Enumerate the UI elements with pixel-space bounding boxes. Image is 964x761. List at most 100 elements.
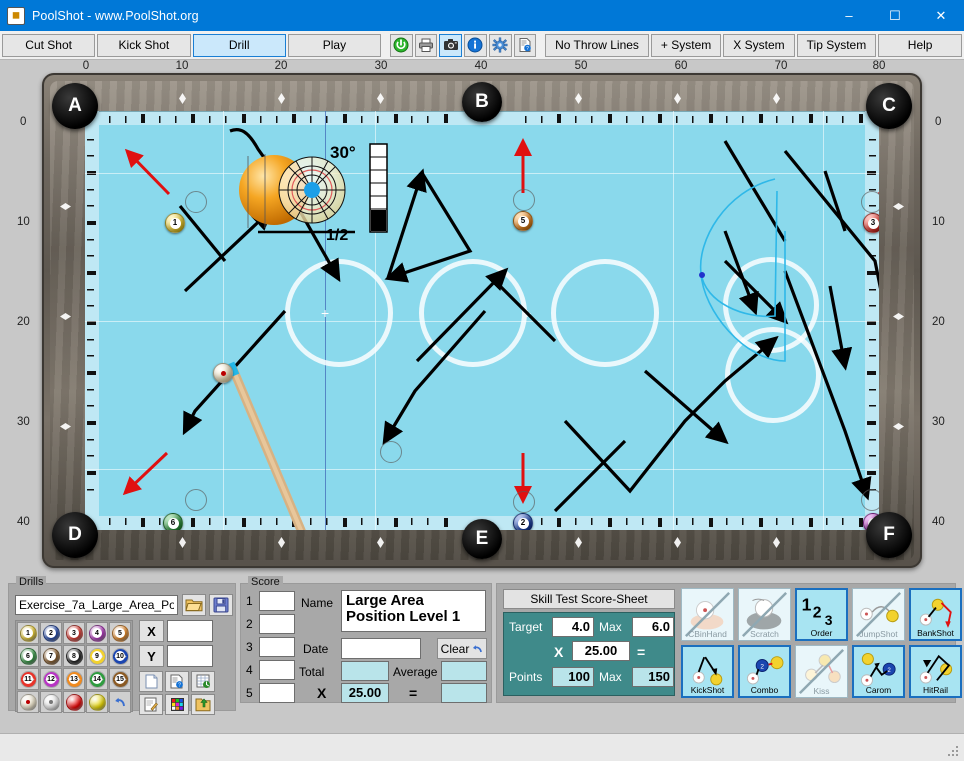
button-tip-system[interactable]: Tip System <box>796 33 877 57</box>
pocket-F[interactable]: F <box>866 512 912 558</box>
gear-icon[interactable] <box>488 33 512 57</box>
palette-ball-12[interactable]: 12 <box>40 668 62 690</box>
target-value[interactable]: 4.0 <box>552 617 594 637</box>
palette-ball-10[interactable]: 10 <box>109 645 131 667</box>
skill-button-kickshot[interactable]: KickShot <box>681 645 734 698</box>
score-input-3[interactable] <box>259 637 295 657</box>
palette-ball-15[interactable]: 15 <box>109 668 131 690</box>
palette-ball-13[interactable]: 13 <box>63 668 85 690</box>
export-folder-icon[interactable] <box>191 694 215 715</box>
info-icon[interactable] <box>464 33 487 57</box>
palette-ball-2[interactable]: 2 <box>40 622 62 644</box>
close-button[interactable]: ✕ <box>918 0 964 31</box>
svg-text:2: 2 <box>813 605 822 622</box>
palette-ball-9[interactable]: 9 <box>86 645 108 667</box>
ruler-top-tick: 70 <box>774 60 788 72</box>
skill-button-label: Order <box>810 628 833 638</box>
cue-ball[interactable] <box>213 363 233 383</box>
pocket-E[interactable]: E <box>462 519 502 559</box>
ruler-right: 0 10 20 30 40 <box>924 60 964 575</box>
skill-button-hitrail[interactable]: HitRail <box>909 645 962 698</box>
page-help-icon[interactable]: ? <box>165 671 189 692</box>
palette-ball-6[interactable]: 6 <box>17 645 39 667</box>
palette-cue-ball-red-dot[interactable] <box>17 691 39 713</box>
skill-test-header[interactable]: Skill Test Score-Sheet <box>503 589 675 609</box>
skill-button-jumpshot[interactable]: JumpShot <box>852 588 905 641</box>
drill-name-value[interactable]: Large Area Position Level 1 <box>341 590 486 632</box>
palette-ball-5[interactable]: 5 <box>109 622 131 644</box>
resize-grip[interactable] <box>946 744 960 758</box>
printer-icon[interactable] <box>414 33 438 57</box>
skill-button-bankshot[interactable]: BankShot <box>909 588 962 641</box>
new-page-icon[interactable] <box>139 671 163 692</box>
date-input[interactable] <box>341 638 421 659</box>
minimize-button[interactable]: – <box>826 0 872 31</box>
palette-ball-7[interactable]: 7 <box>40 645 62 667</box>
pool-table-area[interactable]: 0 10 20 30 40 50 60 70 80 0 10 20 30 40 … <box>0 60 964 575</box>
power-icon[interactable] <box>389 33 413 57</box>
pocket-C[interactable]: C <box>866 83 912 129</box>
pool-table[interactable]: + + 30° 1/2 1 5 3 6 2 A B C D E F <box>42 73 922 568</box>
button-plus-system[interactable]: + System <box>650 33 722 57</box>
score-input-2[interactable] <box>259 614 295 634</box>
pocket-B[interactable]: B <box>462 82 502 122</box>
tab-play[interactable]: Play <box>287 33 382 57</box>
ball-6[interactable]: 6 <box>163 513 183 530</box>
clear-button[interactable]: Clear <box>437 638 487 659</box>
skill-multiplier-value[interactable]: 25.00 <box>572 641 630 661</box>
pocket-D[interactable]: D <box>52 512 98 558</box>
ball-5[interactable]: 5 <box>513 211 533 231</box>
tab-cut-shot[interactable]: Cut Shot <box>2 33 96 57</box>
palette-cue-ball-grey-dot[interactable] <box>40 691 62 713</box>
x-input[interactable] <box>167 620 213 642</box>
ruler-top-tick: 80 <box>872 60 886 72</box>
skill-button-kiss[interactable]: Kiss <box>795 645 848 698</box>
score-input-5[interactable] <box>259 683 295 703</box>
ball-number: 9 <box>92 651 102 661</box>
palette-ball-3[interactable]: 3 <box>63 622 85 644</box>
button-no-throw-lines[interactable]: No Throw Lines <box>545 33 649 57</box>
palette-ball-11[interactable]: 11 <box>17 668 39 690</box>
tab-drill[interactable]: Drill <box>192 33 286 57</box>
palette-undo-icon[interactable] <box>109 691 131 713</box>
ghost-ball <box>185 191 207 213</box>
camera-icon[interactable] <box>439 33 463 57</box>
score-multiplier-value[interactable]: 25.00 <box>341 683 389 703</box>
tab-kick-shot[interactable]: Kick Shot <box>97 33 191 57</box>
table-felt[interactable]: + + 30° 1/2 1 5 3 6 2 <box>85 111 879 530</box>
save-disk-icon[interactable] <box>209 594 233 616</box>
drill-file-input[interactable] <box>15 595 178 615</box>
ruler-top-tick: 10 <box>175 60 189 72</box>
ball-2[interactable]: 2 <box>513 513 533 530</box>
open-folder-icon[interactable] <box>182 594 206 616</box>
ball-swatch: 1 <box>19 624 37 642</box>
ghost-ball <box>861 489 879 511</box>
document-help-icon[interactable]: ? <box>513 33 537 57</box>
y-input[interactable] <box>167 645 213 667</box>
button-x-system[interactable]: X System <box>723 33 795 57</box>
pocket-A[interactable]: A <box>52 83 98 129</box>
skill-button-combo[interactable]: 2 Combo <box>738 645 791 698</box>
maximize-button[interactable]: ☐ <box>872 0 918 31</box>
palette-yellow-ball[interactable] <box>86 691 108 713</box>
ball-3[interactable]: 3 <box>863 213 879 233</box>
skill-button-order[interactable]: 1 2 3 Order <box>795 588 848 641</box>
button-help[interactable]: Help <box>878 33 963 57</box>
edit-note-icon[interactable] <box>139 694 163 715</box>
skill-button-carom[interactable]: 2 Carom <box>852 645 905 698</box>
aim-protractor-overlay[interactable]: 30° 1/2 <box>230 136 395 246</box>
palette-ball-8[interactable]: 8 <box>63 645 85 667</box>
color-palette-icon[interactable] <box>165 694 189 715</box>
score-input-1[interactable] <box>259 591 295 611</box>
palette-ball-1[interactable]: 1 <box>17 622 39 644</box>
ball-1[interactable]: 1 <box>165 213 185 233</box>
skill-button-cbinhand[interactable]: CBinHand <box>681 588 734 641</box>
skill-button-scratch[interactable]: Scratch <box>738 588 791 641</box>
palette-ball-4[interactable]: 4 <box>86 622 108 644</box>
ball-palette[interactable]: 1 2 3 4 5 6 7 8 9 10 11 12 13 14 15 <box>15 620 133 713</box>
table-report-icon[interactable] <box>191 671 215 692</box>
palette-red-ball[interactable] <box>63 691 85 713</box>
clear-label: Clear <box>440 641 470 656</box>
palette-ball-14[interactable]: 14 <box>86 668 108 690</box>
score-input-4[interactable] <box>259 660 295 680</box>
